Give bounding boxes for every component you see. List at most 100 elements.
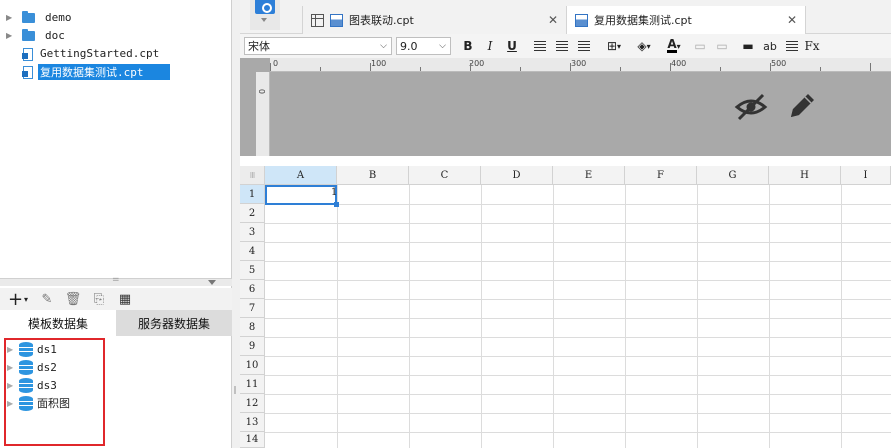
underline-button[interactable]: U [501, 37, 523, 55]
tree-item-doc[interactable]: ▶ doc [0, 27, 67, 44]
expand-arrow-icon[interactable]: ▶ [7, 363, 15, 372]
dataset-item-ds1[interactable]: ▶ ds1 [6, 340, 57, 358]
row-header[interactable]: 3 [240, 223, 265, 242]
row-header[interactable]: 6 [240, 280, 265, 299]
fill-color-button[interactable]: ◈ ▾ [629, 37, 659, 55]
row-header[interactable]: 12 [240, 394, 265, 413]
font-color-button[interactable]: A ▾ [659, 37, 689, 55]
panel-divider[interactable]: = [0, 275, 232, 286]
preview-icon[interactable]: ⎘ [90, 291, 108, 307]
close-icon[interactable]: ✕ [787, 13, 797, 27]
bold-button[interactable]: B [457, 37, 479, 55]
ab-button[interactable]: ab [759, 37, 781, 55]
ruler-tick-label: 300 [571, 59, 587, 68]
cell-a1-value: 1 [331, 187, 338, 198]
italic-button[interactable]: I [479, 37, 501, 55]
grid-line [769, 185, 770, 448]
tree-item-gettingstarted[interactable]: GettingStarted.cpt [0, 45, 161, 62]
row-header[interactable]: 11 [240, 375, 265, 394]
drag-handle-icon[interactable]: = [112, 275, 120, 285]
column-header[interactable]: H [769, 166, 841, 185]
grid-line [265, 299, 891, 300]
collapse-chevron-icon[interactable] [208, 280, 216, 285]
vertical-splitter[interactable]: ‖ [232, 0, 240, 448]
column-header[interactable]: D [481, 166, 553, 185]
expand-arrow-icon[interactable]: ▶ [6, 31, 14, 40]
tree-item-demo[interactable]: ▶ demo [0, 9, 74, 26]
align-left-button[interactable] [529, 37, 551, 55]
server-dataset-icon[interactable]: ▦ [116, 291, 134, 307]
row-header[interactable]: 5 [240, 261, 265, 280]
report-designer-area[interactable]: 0 100 200 300 400 500 0 [240, 58, 891, 156]
grid-line [265, 318, 891, 319]
select-all-corner[interactable]: ⁝⁝⁝ [240, 166, 265, 185]
text-field-button[interactable]: ▬ [737, 37, 759, 55]
row-header[interactable]: 9 [240, 337, 265, 356]
editor-area: 图表联动.cpt ✕ 复用数据集测试.cpt ✕ 宋体 ⌵ 9.0 ⌵ B I … [240, 0, 891, 448]
expand-arrow-icon[interactable]: ▶ [7, 381, 15, 390]
expand-arrow-icon[interactable]: ▶ [7, 399, 15, 408]
dataset-label: ds2 [37, 360, 57, 374]
selected-cell-a1[interactable] [265, 185, 339, 207]
font-size-select[interactable]: 9.0 ⌵ [396, 37, 451, 55]
merge-cells-button[interactable]: ▭ [689, 37, 711, 55]
edit-icon[interactable]: ✎ [38, 291, 56, 307]
column-header[interactable]: I [841, 166, 891, 185]
ruler-tick [370, 63, 371, 71]
row-header[interactable]: 4 [240, 242, 265, 261]
column-header[interactable]: A [265, 166, 337, 185]
edit-pencil-icon[interactable] [787, 90, 817, 122]
ruler-tick-label: 0 [273, 59, 279, 68]
column-header[interactable]: C [409, 166, 481, 185]
dataset-item-ds2[interactable]: ▶ ds2 [6, 358, 57, 376]
expand-arrow-icon[interactable]: ▶ [6, 13, 14, 22]
column-header[interactable]: G [697, 166, 769, 185]
row-header[interactable]: 10 [240, 356, 265, 375]
tab-template-datasets[interactable]: 模板数据集 [0, 310, 116, 336]
column-header[interactable]: E [553, 166, 625, 185]
close-icon[interactable]: ✕ [548, 13, 558, 27]
vertical-ruler: 0 [256, 72, 270, 156]
dropdown-arrow-icon [261, 18, 267, 22]
border-button[interactable]: ⊞ ▾ [599, 37, 629, 55]
file-tab-chart-link[interactable]: 图表联动.cpt ✕ [302, 6, 566, 34]
delete-icon[interactable]: 🗑 [64, 291, 82, 307]
formula-button[interactable]: Fx [803, 37, 821, 55]
database-icon [19, 359, 33, 375]
row-header[interactable]: 8 [240, 318, 265, 337]
merge-icon: ▭ [694, 39, 706, 53]
designer-menu-button[interactable] [250, 0, 280, 30]
hide-icon[interactable] [734, 92, 768, 122]
row-header[interactable]: 2 [240, 204, 265, 223]
column-header[interactable]: F [625, 166, 697, 185]
horizontal-ruler: 0 100 200 300 400 500 [270, 58, 891, 72]
font-family-select[interactable]: 宋体 ⌵ [244, 37, 392, 55]
ruler-tick [320, 67, 321, 71]
expand-arrow-icon[interactable]: ▶ [7, 345, 15, 354]
grid-line [265, 337, 891, 338]
unmerge-icon: ▭ [716, 39, 728, 53]
dataset-item-ds3[interactable]: ▶ ds3 [6, 376, 57, 394]
file-tab-active[interactable]: 复用数据集测试.cpt ✕ [566, 6, 806, 34]
align-center-button[interactable] [551, 37, 573, 55]
row-header[interactable]: 1 [240, 185, 265, 204]
paragraph-button[interactable] [781, 37, 803, 55]
grid-line [265, 261, 891, 262]
row-header[interactable]: 7 [240, 299, 265, 318]
column-header[interactable]: B [337, 166, 409, 185]
dataset-item-area-chart[interactable]: ▶ 面积图 [6, 394, 70, 412]
grid-line [481, 185, 482, 448]
spreadsheet-grid[interactable]: ⁝⁝⁝ A B C D E F G H I 1 2 3 4 5 6 7 8 9 … [240, 166, 891, 448]
tree-item-selected-file[interactable]: 复用数据集测试.cpt [0, 63, 170, 80]
unmerge-cells-button[interactable]: ▭ [711, 37, 733, 55]
tab-server-datasets[interactable]: 服务器数据集 [116, 310, 232, 336]
row-header[interactable]: 13 [240, 413, 265, 432]
align-right-button[interactable] [573, 37, 595, 55]
row-header[interactable]: 14 [240, 432, 265, 448]
tree-item-label: demo [45, 11, 72, 24]
grid-line [265, 204, 891, 205]
drag-handle-icon[interactable]: ‖ [233, 385, 237, 394]
fill-handle[interactable] [334, 202, 339, 207]
add-icon[interactable]: + ▾ [6, 289, 30, 310]
ruler-tick [570, 63, 571, 71]
